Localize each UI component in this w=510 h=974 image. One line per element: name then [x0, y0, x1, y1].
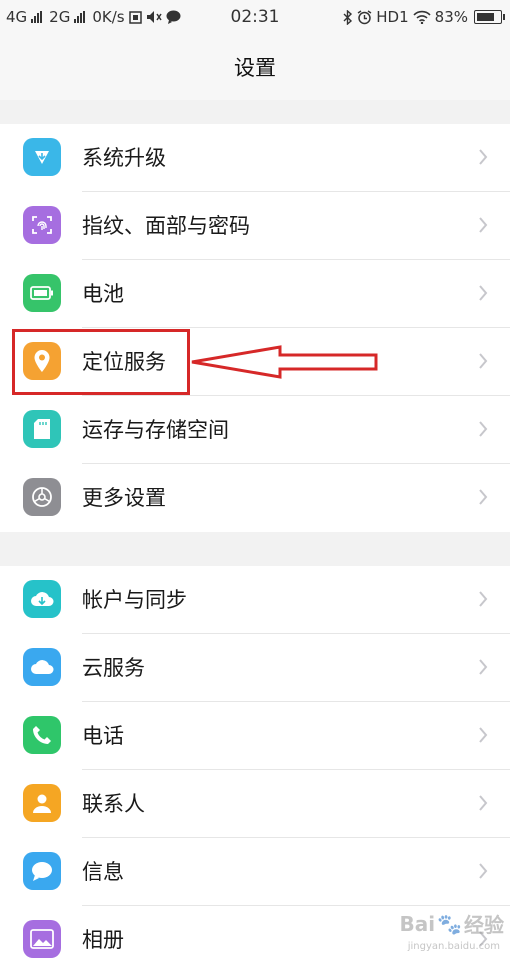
album-icon: [23, 920, 61, 958]
settings-item-label: 更多设置: [82, 486, 166, 510]
settings-item-label: 帐户与同步: [82, 588, 187, 612]
settings-item-cloud-service[interactable]: 云服务: [0, 634, 510, 702]
chevron-right-icon: [479, 591, 488, 607]
watermark: Bai 🐾 经验: [399, 909, 504, 938]
cloud-sync-icon: [23, 580, 61, 618]
chevron-right-icon: [479, 285, 488, 301]
watermark-url: jingyan.baidu.com: [407, 941, 500, 952]
annotation-arrow-icon: [191, 345, 378, 379]
settings-item-label: 运存与存储空间: [82, 418, 229, 442]
chevron-right-icon: [479, 659, 488, 675]
highlight-box: [12, 329, 190, 395]
settings-item-messages[interactable]: 信息: [0, 838, 510, 906]
message-icon: [23, 852, 61, 890]
bluetooth-icon: [343, 9, 353, 25]
settings-group-1: 系统升级 指纹、面部与密码 电池 定位服务 运存与存储空间 更多设置: [0, 124, 510, 532]
settings-item-contacts[interactable]: 联系人: [0, 770, 510, 838]
settings-item-label: 相册: [82, 928, 124, 952]
settings-item-label: 系统升级: [82, 146, 166, 170]
settings-item-label: 电池: [82, 282, 124, 306]
battery-icon: [23, 274, 61, 312]
phone-icon: [23, 716, 61, 754]
battery-percent: 83%: [434, 8, 468, 26]
chevron-right-icon: [479, 727, 488, 743]
status-bar: 4G 2G 0K/s 02:31 HD1 83%: [0, 0, 510, 36]
chevron-right-icon: [479, 149, 488, 165]
chevron-right-icon: [479, 217, 488, 233]
hd-label: HD1: [376, 8, 409, 26]
alarm-icon: [357, 9, 372, 24]
settings-item-label: 电话: [82, 724, 124, 748]
settings-item-label: 信息: [82, 860, 124, 884]
settings-item-label: 联系人: [82, 792, 145, 816]
system-update-icon: [23, 138, 61, 176]
settings-item-label: 云服务: [82, 656, 145, 680]
gear-icon: [23, 478, 61, 516]
settings-item-battery[interactable]: 电池: [0, 260, 510, 328]
fingerprint-icon: [23, 206, 61, 244]
contacts-icon: [23, 784, 61, 822]
cloud-icon: [23, 648, 61, 686]
chevron-right-icon: [479, 489, 488, 505]
chevron-right-icon: [479, 863, 488, 879]
settings-item-more-settings[interactable]: 更多设置: [0, 464, 510, 532]
watermark-brand: Bai: [399, 911, 436, 936]
nav-bar: 设置: [0, 36, 510, 100]
settings-item-phone[interactable]: 电话: [0, 702, 510, 770]
settings-item-fingerprint-face-password[interactable]: 指纹、面部与密码: [0, 192, 510, 260]
settings-item-account-sync[interactable]: 帐户与同步: [0, 566, 510, 634]
wifi-icon: [413, 10, 431, 24]
paw-icon: 🐾: [437, 911, 462, 936]
settings-item-storage[interactable]: 运存与存储空间: [0, 396, 510, 464]
battery-status-icon: [474, 10, 505, 24]
settings-item-label: 指纹、面部与密码: [82, 214, 250, 238]
settings-item-system-update[interactable]: 系统升级: [0, 124, 510, 192]
page-title: 设置: [234, 56, 276, 80]
chevron-right-icon: [479, 795, 488, 811]
chevron-right-icon: [479, 421, 488, 437]
storage-icon: [23, 410, 61, 448]
chevron-right-icon: [479, 353, 488, 369]
watermark-brand2: 经验: [464, 913, 504, 937]
